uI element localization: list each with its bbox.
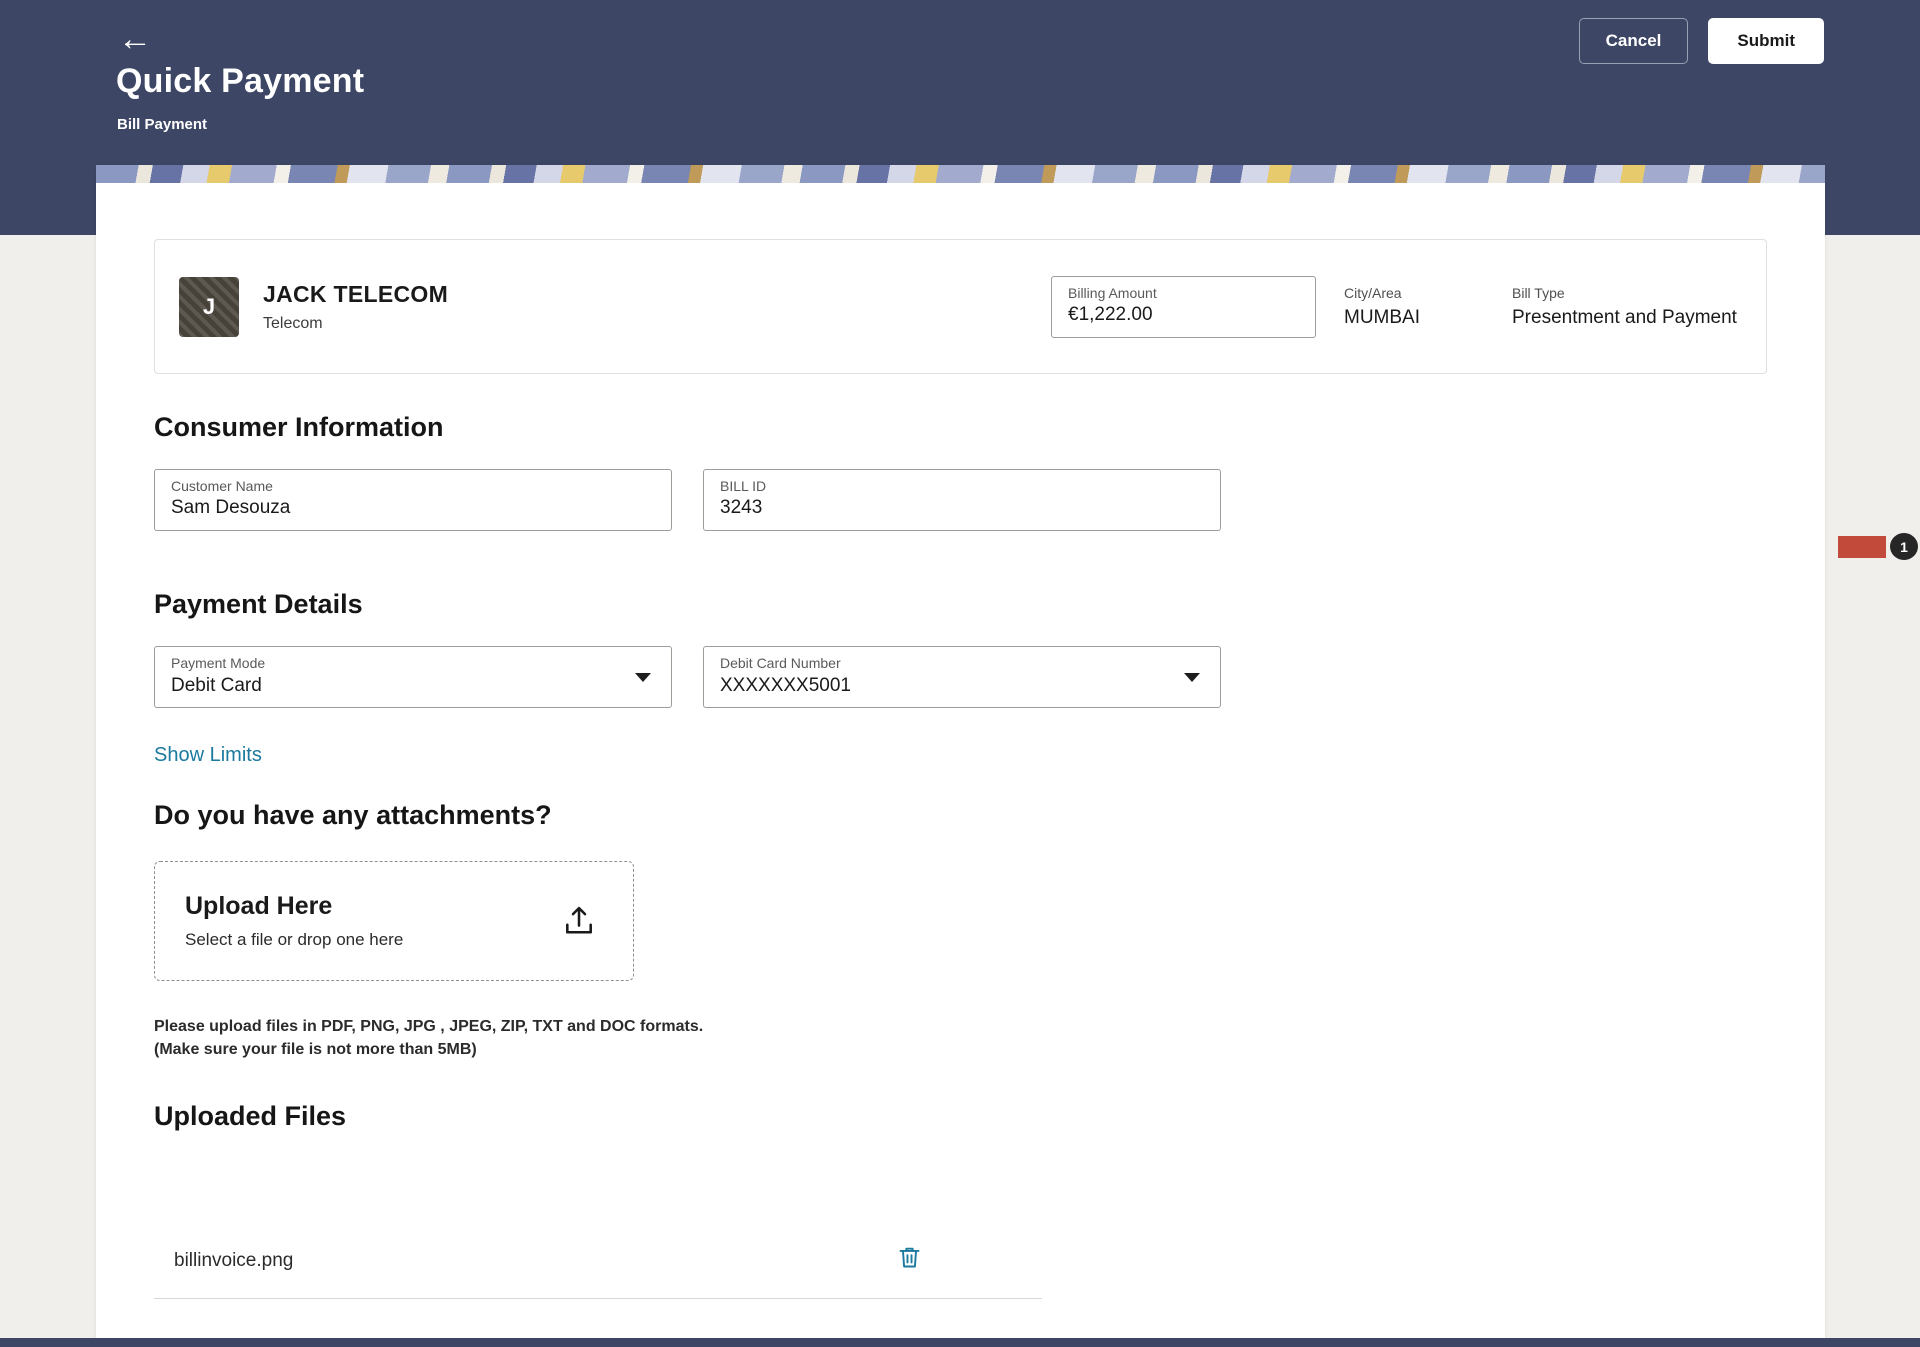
biller-identity: JACK TELECOM Telecom [263, 281, 448, 333]
feedback-tab[interactable]: 1 [1838, 533, 1920, 560]
back-button[interactable]: ← [118, 22, 152, 56]
city-area-value: MUMBAI [1344, 307, 1474, 329]
bill-id-input[interactable] [720, 497, 1204, 519]
bill-type-label: Bill Type [1512, 285, 1742, 301]
biller-category: Telecom [263, 315, 448, 333]
show-limits-link[interactable]: Show Limits [154, 744, 262, 767]
customer-name-field[interactable]: Customer Name [154, 469, 672, 531]
page-title: Quick Payment [116, 62, 364, 101]
feedback-strip [1838, 536, 1886, 558]
uploaded-file-row: billinvoice.png [154, 1250, 1042, 1299]
upload-icon [561, 903, 597, 939]
payment-mode-select[interactable]: Payment Mode Debit Card [154, 646, 672, 708]
feedback-badge: 1 [1890, 533, 1918, 560]
header-actions: Cancel Submit [1579, 18, 1824, 64]
upload-format-note: Please upload files in PDF, PNG, JPG , J… [154, 1015, 1767, 1061]
customer-name-input[interactable] [171, 497, 655, 519]
debit-card-number-select[interactable]: Debit Card Number XXXXXXX5001 [703, 646, 1221, 708]
upload-text-block: Upload Here Select a file or drop one he… [185, 892, 403, 950]
upload-subtitle: Select a file or drop one here [185, 930, 403, 950]
city-area-block: City/Area MUMBAI [1344, 285, 1474, 329]
payment-fields-row: Payment Mode Debit Card Debit Card Numbe… [154, 646, 1767, 708]
file-upload-dropzone[interactable]: Upload Here Select a file or drop one he… [154, 861, 634, 981]
bill-id-field[interactable]: BILL ID [703, 469, 1221, 531]
biller-avatar-letter: J [203, 294, 215, 320]
payment-mode-label: Payment Mode [171, 655, 655, 671]
biller-avatar: J [179, 277, 239, 337]
delete-file-button[interactable] [896, 1244, 923, 1274]
payment-details-heading: Payment Details [154, 589, 1767, 620]
billing-amount-input[interactable] [1068, 304, 1299, 326]
biller-name: JACK TELECOM [263, 281, 448, 308]
decorative-banner [96, 165, 1825, 183]
uploaded-file-name: billinvoice.png [174, 1250, 293, 1272]
billing-amount-label: Billing Amount [1068, 285, 1299, 301]
billing-amount-field[interactable]: Billing Amount [1051, 276, 1316, 338]
consumer-information-heading: Consumer Information [154, 412, 1767, 443]
submit-button[interactable]: Submit [1708, 18, 1824, 64]
main-card: J JACK TELECOM Telecom Billing Amount Ci… [96, 165, 1825, 1338]
cancel-button[interactable]: Cancel [1579, 18, 1689, 64]
debit-card-number-label: Debit Card Number [720, 655, 1204, 671]
trash-icon [896, 1259, 923, 1274]
arrow-left-icon: ← [118, 20, 152, 58]
city-area-label: City/Area [1344, 285, 1474, 301]
upload-title: Upload Here [185, 892, 403, 921]
bill-id-label: BILL ID [720, 478, 1204, 494]
payment-mode-value: Debit Card [171, 675, 655, 697]
upload-note-line2: (Make sure your file is not more than 5M… [154, 1038, 1767, 1061]
page-subtitle: Bill Payment [117, 116, 207, 133]
footer-strip [0, 1338, 1920, 1347]
attachments-heading: Do you have any attachments? [154, 800, 1767, 831]
customer-name-label: Customer Name [171, 478, 655, 494]
uploaded-files-heading: Uploaded Files [154, 1101, 1767, 1132]
bill-type-block: Bill Type Presentment and Payment [1512, 285, 1742, 329]
debit-card-number-value: XXXXXXX5001 [720, 675, 1204, 697]
biller-card: J JACK TELECOM Telecom Billing Amount Ci… [154, 239, 1767, 374]
consumer-fields-row: Customer Name BILL ID [154, 469, 1767, 531]
chevron-down-icon [1184, 673, 1200, 682]
upload-note-line1: Please upload files in PDF, PNG, JPG , J… [154, 1015, 1767, 1038]
bill-type-value: Presentment and Payment [1512, 307, 1742, 329]
chevron-down-icon [635, 673, 651, 682]
